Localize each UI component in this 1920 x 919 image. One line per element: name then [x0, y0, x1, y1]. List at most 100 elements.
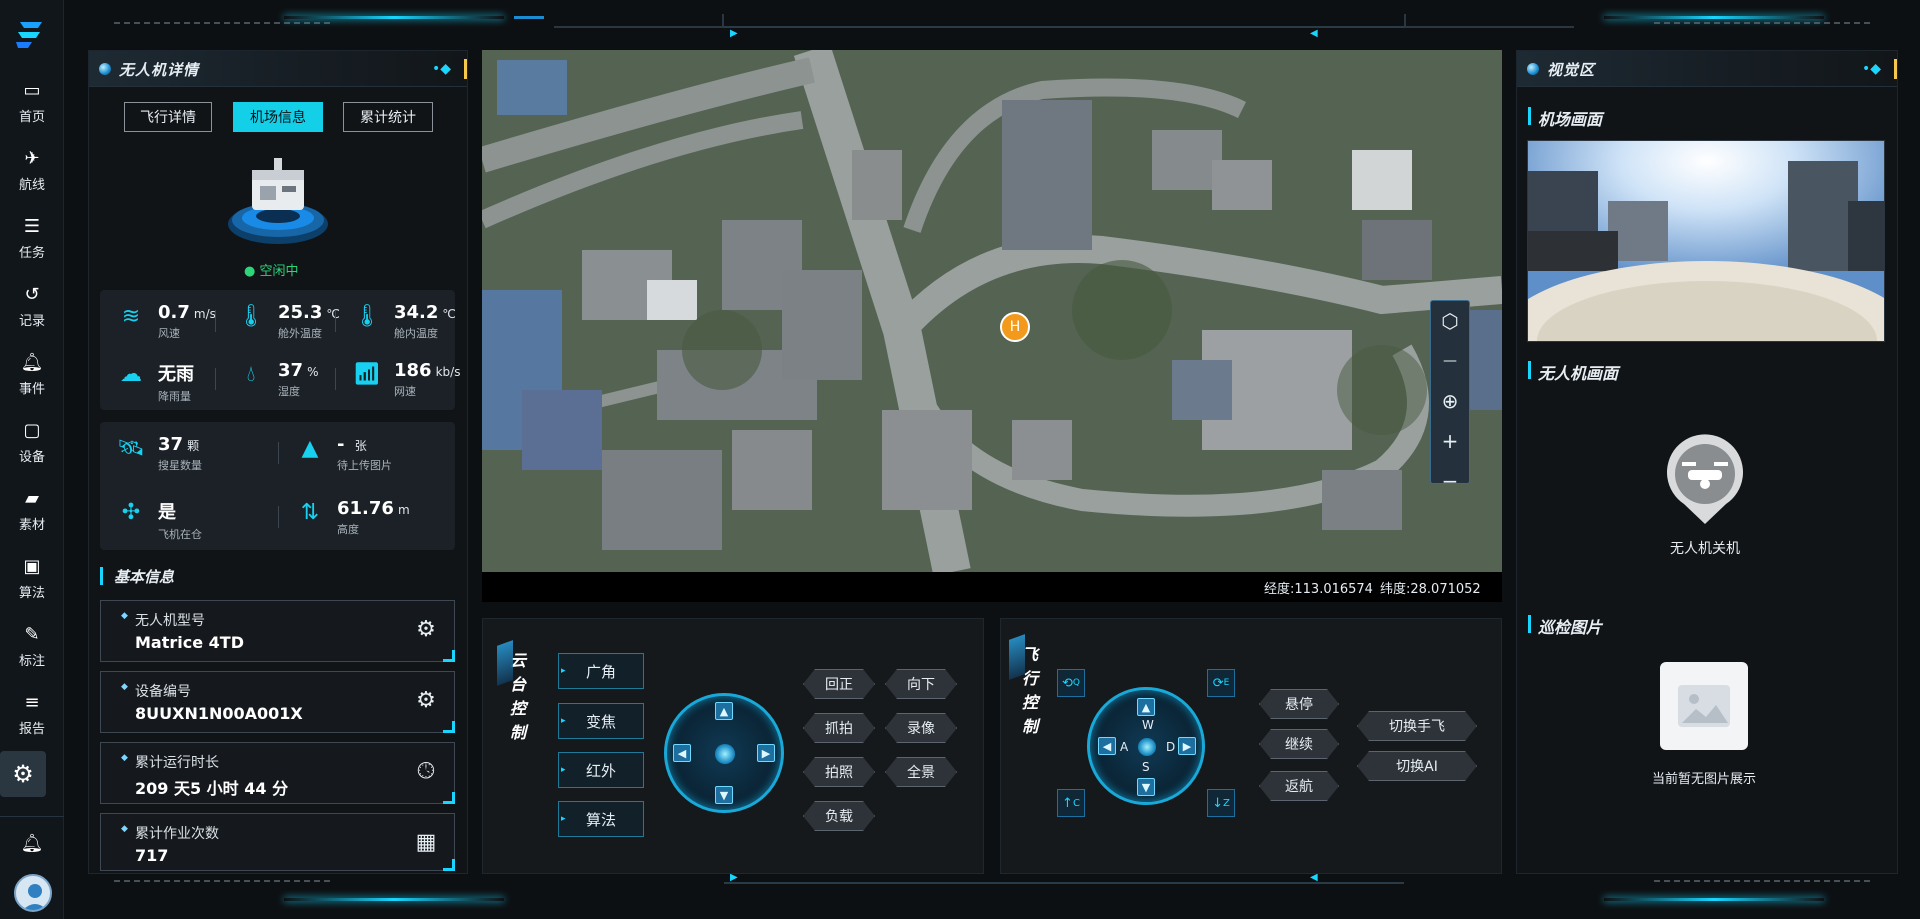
face-down-button[interactable]: 向下 [885, 669, 957, 699]
rotate-left-button[interactable]: ⟲ Q [1057, 669, 1085, 697]
stat-pending-upload: ▲ - 张待上传图片 [295, 434, 392, 473]
plane-icon: ✈ [24, 147, 40, 169]
accent-bar [1894, 59, 1897, 79]
nav-item-device[interactable]: ▢ 设备 [0, 412, 64, 474]
record-button[interactable]: 录像 [885, 713, 957, 743]
nav-item-record[interactable]: ↺ 记录 [0, 276, 64, 338]
rotate-right-icon: ⟳ [1212, 675, 1224, 691]
arrow-down-icon: ↓ [1212, 795, 1224, 811]
gimbal-up-button[interactable]: ▲ [715, 702, 733, 720]
drone-status-label: 无人机关机 [1670, 541, 1740, 557]
upload-image-icon: ▲ [301, 436, 319, 461]
minus-bar-icon: — [1443, 353, 1457, 369]
flight-center-button[interactable] [1138, 738, 1156, 756]
nav-item-home[interactable]: ▭ 首页 [0, 72, 64, 134]
panel-header: 视觉区 •◆ [1517, 51, 1897, 87]
nav-item-material[interactable]: ▰ 素材 [0, 480, 64, 542]
descend-button[interactable]: ↓ Z [1207, 789, 1235, 817]
nav-item-event[interactable]: 🔔︎ 事件 [0, 344, 64, 406]
history-icon: ↺ [24, 283, 40, 305]
bell-icon: 🔔︎ [20, 351, 44, 373]
gimbal-joystick[interactable]: ▲ ▼ ◀ ▶ [664, 693, 784, 813]
thermometer-icon: 🌡︎ [237, 304, 265, 329]
bell-icon: 🔔︎ [20, 833, 44, 854]
coordinate-bar: 经度:113.016574 纬度:28.071052 [482, 572, 1502, 602]
recenter-button[interactable]: 回正 [803, 669, 875, 699]
home-marker[interactable]: H [1000, 312, 1030, 342]
return-home-button[interactable]: 返航 [1259, 771, 1339, 801]
dock-camera-feed[interactable] [1527, 140, 1885, 342]
stat-drone-in-dock: ✣ 是飞机在仓 [116, 498, 202, 542]
altitude-icon: ⇅ [300, 500, 320, 525]
gimbal-right-button[interactable]: ▶ [757, 744, 775, 762]
cube-icon: ⬡ [1441, 309, 1459, 333]
side-nav: ▭ 首页 ✈ 航线 ☰ 任务 ↺ 记录 🔔︎ 事件 ▢ 设备 ▰ 素材 ▣ 算法 ✎ 标注 ≡ 报告… [0, 0, 64, 919]
dock-status: ● 空闲中 [244, 264, 299, 279]
info-card-model: 无人机型号 Matrice 4TD ⚙ [100, 600, 455, 662]
humidity-icon: 💧︎ [246, 362, 256, 387]
algorithm-icon: ▣ [23, 555, 41, 577]
photo-button[interactable]: 拍照 [803, 757, 875, 787]
nav-item-report[interactable]: ≡ 报告 [0, 684, 64, 746]
stat-rainfall: ☁ 无雨 降雨量 [116, 360, 198, 404]
info-card-runtime: 累计运行时长 209 天5 小时 44 分 🕓︎ [100, 742, 455, 804]
settings-button[interactable]: ⚙ [0, 751, 46, 797]
compass-button[interactable]: — [1431, 341, 1469, 381]
flight-control-title: 飞行控制 [1017, 643, 1043, 739]
tab-cumulative-stats[interactable]: 累计统计 [343, 102, 433, 132]
satellite-map[interactable]: H [482, 50, 1502, 572]
3d-view-button[interactable]: ⬡ [1431, 301, 1469, 341]
right-button[interactable]: ▶ [1178, 737, 1196, 755]
plus-icon: + [1441, 429, 1459, 453]
payload-button[interactable]: 负载 [803, 801, 875, 831]
nav-item-task[interactable]: ☰ 任务 [0, 208, 64, 270]
avatar[interactable] [14, 874, 52, 912]
dock-view-title: 机场画面 [1527, 106, 1602, 130]
zoom-out-button[interactable]: − [1431, 461, 1469, 501]
drone-view-title: 无人机画面 [1527, 360, 1618, 384]
switch-manual-button[interactable]: 切换手飞 [1357, 711, 1477, 741]
gimbal-control-title: 云台控制 [505, 649, 531, 745]
clock-icon: 🕓︎ [417, 759, 435, 784]
zoom-in-button[interactable]: + [1431, 421, 1469, 461]
backward-button[interactable]: ▼ [1137, 778, 1155, 796]
tab-dock-info[interactable]: 机场信息 [233, 102, 323, 132]
app-logo [16, 22, 42, 48]
no-images-text: 当前暂无图片展示 [1651, 772, 1756, 787]
dots-decoration-icon: •◆ [1861, 61, 1881, 77]
longitude-readout: 经度:113.016574 [1264, 582, 1373, 597]
locate-button[interactable]: ⊕ [1431, 381, 1469, 421]
nav-item-annotate[interactable]: ✎ 标注 [0, 616, 64, 678]
nav-item-algorithm[interactable]: ▣ 算法 [0, 548, 64, 610]
zoom-button[interactable]: 变焦 [558, 703, 644, 739]
chevron-down-icon: ▼ [719, 788, 729, 802]
switch-ai-button[interactable]: 切换AI [1357, 751, 1477, 781]
infrared-button[interactable]: 红外 [558, 752, 644, 788]
tab-flight-detail[interactable]: 飞行详情 [124, 102, 212, 132]
wide-angle-button[interactable]: 广角 [558, 653, 644, 689]
algorithm-button[interactable]: 算法 [558, 801, 644, 837]
thermometer-icon: 🌡︎ [353, 304, 381, 329]
ascend-button[interactable]: ↑ C [1057, 789, 1085, 817]
rain-icon: ☁ [120, 362, 142, 387]
rotate-right-button[interactable]: ⟳ E [1207, 669, 1235, 697]
annotate-icon: ✎ [24, 623, 40, 645]
wifi-icon: 📶︎ [353, 362, 381, 387]
info-card-serial: 设备编号 8UUXN1N00A001X ⚙ [100, 671, 455, 733]
stat-satellites: 🛰︎ 37 颗搜星数量 [117, 434, 202, 472]
bottom-frame-decoration: ▶ ◀ [64, 872, 1920, 908]
continue-button[interactable]: 继续 [1259, 729, 1339, 759]
satellite-icon: 🛰︎ [117, 436, 145, 461]
forward-button[interactable]: ▲ [1137, 698, 1155, 716]
capture-button[interactable]: 抓拍 [803, 713, 875, 743]
notification-button[interactable]: 🔔︎ [0, 826, 64, 862]
gimbal-left-button[interactable]: ◀ [673, 744, 691, 762]
map-imagery [482, 50, 1502, 572]
gimbal-center-button[interactable] [715, 744, 735, 764]
flight-joystick[interactable]: ▲ ▼ ◀ ▶ W S A D [1087, 687, 1205, 805]
left-button[interactable]: ◀ [1098, 737, 1116, 755]
gimbal-down-button[interactable]: ▼ [715, 786, 733, 804]
nav-item-route[interactable]: ✈ 航线 [0, 140, 64, 202]
hover-button[interactable]: 悬停 [1259, 689, 1339, 719]
panorama-button[interactable]: 全景 [885, 757, 957, 787]
